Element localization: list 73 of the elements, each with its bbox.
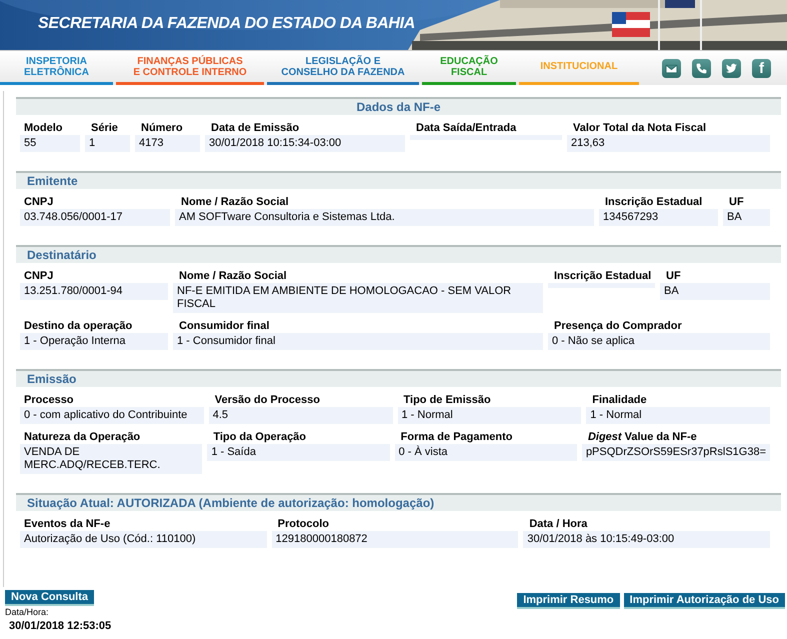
field-value: VENDA DE MERC.ADQ/RECEB.TERC. xyxy=(20,444,202,474)
field-label: Valor Total da Nota Fiscal xyxy=(572,121,708,135)
field-label: Modelo xyxy=(23,121,64,135)
field-value: 0 - com aplicativo do Contribuinte xyxy=(20,407,204,424)
field-label: Digest Value da NF-e xyxy=(586,430,698,444)
nav-tab[interactable]: INSPETORIA ELETRÔNICA xyxy=(0,51,113,85)
field-value: 1 - Saída xyxy=(207,444,390,461)
facebook-icon[interactable]: f xyxy=(752,58,771,78)
field-value: 134567293 xyxy=(599,209,718,226)
timestamp: 30/01/2018 12:53:05 xyxy=(9,620,112,632)
field-value: 0 - Não se aplica xyxy=(548,333,770,350)
field-value: 1 xyxy=(85,135,130,152)
field-label: Tipo de Emissão xyxy=(402,393,492,407)
field-value: 1 - Normal xyxy=(398,407,582,424)
field-value: 129180000180872 xyxy=(272,531,518,548)
field-label: UF xyxy=(665,269,682,283)
field-label: Natureza da Operação xyxy=(23,430,142,444)
field-label: Eventos da NF-e xyxy=(23,517,112,531)
field-label: CNPJ xyxy=(23,269,54,283)
field-value: AM SOFTware Consultoria e Sistemas Ltda. xyxy=(175,209,594,226)
field-label: Destino da operação xyxy=(23,319,134,333)
print-button[interactable]: Imprimir Resumo xyxy=(517,593,620,609)
field-value: 30/01/2018 às 10:15:49-03:00 xyxy=(523,531,770,548)
mail-icon[interactable] xyxy=(662,58,681,78)
field-label: Protocolo xyxy=(276,517,330,531)
section-header: Emitente xyxy=(16,171,781,189)
field-value: Autorização de Uso (Cód.: 110100) xyxy=(20,531,267,548)
print-button[interactable]: Imprimir Autorização de Uso xyxy=(624,593,785,609)
field-value: pPSQDrZSOrS59ESr37pRslS1G38= xyxy=(582,444,770,461)
field-label: Data Saída/Entrada xyxy=(415,121,518,135)
field-value: 1 - Operação Interna xyxy=(20,333,168,350)
field-value: 55 xyxy=(20,135,80,152)
nav-tab[interactable]: FINANÇAS PÚBLICAS E CONTROLE INTERNO xyxy=(116,51,264,85)
nav-tab[interactable]: EDUCAÇÃO FISCAL xyxy=(422,51,516,85)
section-header: Situação Atual: AUTORIZADA (Ambiente de autorização: homologação) xyxy=(16,493,781,511)
field-label: Consumidor final xyxy=(178,319,270,333)
field-label: Série xyxy=(90,121,119,135)
field-label: CNPJ xyxy=(23,195,54,209)
phone-icon[interactable] xyxy=(692,58,711,78)
field-value: BA xyxy=(660,283,770,300)
field-label: Versão do Processo xyxy=(214,393,321,407)
field-label: Nome / Razão Social xyxy=(178,269,288,283)
field-value: 1 - Consumidor final xyxy=(173,333,543,350)
field-label: Tipo da Operação xyxy=(212,430,308,444)
field-value: 213,63 xyxy=(567,135,770,152)
section-header: Dados da NF-e xyxy=(16,97,781,115)
field-label: Data de Emissão xyxy=(210,121,300,135)
field-label: Nome / Razão Social xyxy=(180,195,290,209)
field-label: Presença do Comprador xyxy=(553,319,683,333)
field-label: Número xyxy=(140,121,184,135)
field-value: 0 - À vista xyxy=(394,444,577,461)
field-value: 30/01/2018 10:15:34-03:00 xyxy=(205,135,405,152)
field-label: Data / Hora xyxy=(528,517,588,531)
site-title: SECRETARIA DA FAZENDA DO ESTADO DA BAHIA xyxy=(38,15,416,33)
field-value: 4173 xyxy=(135,135,200,152)
field-label: Forma de Pagamento xyxy=(400,430,514,444)
bird-icon[interactable] xyxy=(722,58,741,78)
field-value: 4.5 xyxy=(208,407,392,424)
new-query-button[interactable]: Nova Consulta xyxy=(5,590,94,606)
field-value: BA xyxy=(723,209,770,226)
field-value: 13.251.780/0001-94 xyxy=(20,283,168,300)
field-value: 03.748.056/0001-17 xyxy=(20,209,170,226)
timestamp-label: Data/Hora: xyxy=(5,607,49,617)
field-label: Processo xyxy=(23,393,75,407)
section-header: Emissão xyxy=(16,369,781,387)
field-label: Finalidade xyxy=(591,393,648,407)
nav-tab[interactable]: LEGISLAÇÃO E CONSELHO DA FAZENDA xyxy=(267,51,419,85)
field-label: Inscrição Estadual xyxy=(604,195,704,209)
field-label: Inscrição Estadual xyxy=(553,269,652,283)
field-label: UF xyxy=(728,195,745,209)
field-value: NF-E EMITIDA EM AMBIENTE DE HOMOLOGACAO - SEM VALOR FISCAL xyxy=(173,283,543,313)
section-header: Destinatário xyxy=(16,245,781,263)
field-value: 1 - Normal xyxy=(586,407,770,424)
